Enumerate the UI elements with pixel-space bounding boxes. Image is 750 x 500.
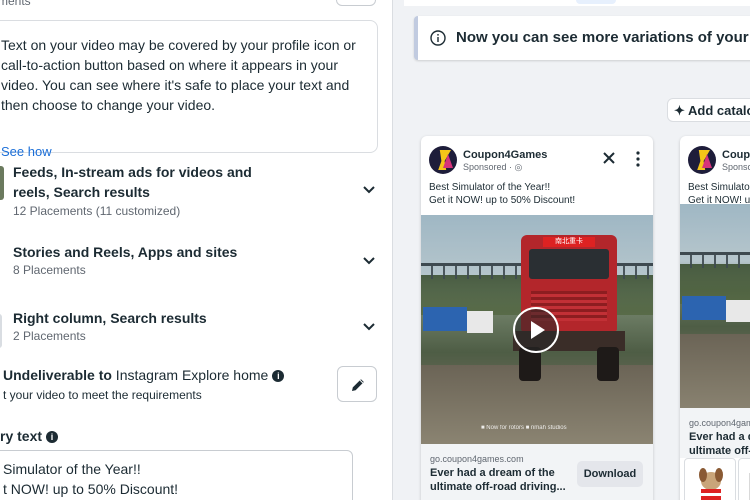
placement-editor-panel: ments Text on your video may be covered … — [0, 0, 392, 500]
ad-video[interactable] — [680, 204, 750, 408]
ad-footer: go.coupon4gams Ever had a dr ultimate of… — [680, 408, 750, 471]
placement-group-count: 12 Placements (11 customized) — [13, 204, 181, 218]
primary-text-label: ry text i — [0, 428, 59, 444]
info-icon[interactable]: i — [46, 431, 59, 443]
info-icon[interactable]: i — [272, 370, 285, 382]
page-avatar — [688, 146, 716, 174]
pencil-icon — [352, 379, 364, 391]
placement-group-title: Stories and Reels, Apps and sites — [13, 244, 238, 260]
undeliverable-placement: Instagram Explore home — [111, 367, 269, 383]
truck-sign: 南北重卡 — [543, 237, 595, 247]
info-circle-icon — [430, 30, 446, 46]
more-options-icon[interactable] — [635, 151, 641, 167]
video-blue-truck — [423, 307, 493, 337]
placement-group-count: 2 Placements — [13, 329, 86, 343]
preview-tab-active[interactable] — [576, 0, 616, 4]
truncated-label: ments — [0, 0, 31, 8]
add-catalog-label: Add catalo — [688, 103, 750, 118]
chevron-down-icon[interactable] — [362, 253, 376, 267]
variations-notice: Now you can see more variations of your … — [414, 16, 750, 60]
primary-text-label-text: ry text — [0, 428, 43, 444]
panel-divider[interactable] — [392, 0, 404, 500]
placement-group-title: Right column, Search results — [13, 310, 207, 326]
sponsored-label: Sponsored · ◎ — [463, 162, 523, 172]
undeliverable-warning: Undeliverable to Instagram Explore home i — [3, 367, 285, 383]
ad-footer: go.coupon4games.com Ever had a dream of … — [421, 444, 653, 500]
sponsored-label: Sponsore — [722, 162, 750, 172]
ad-headline: Ever had a dream of the ultimate off-roa… — [430, 467, 566, 493]
catalog-product-thumbnail[interactable] — [684, 458, 736, 500]
page-name[interactable]: Coupon — [722, 149, 750, 161]
video-watermark-logos: ■ Now for rotors ■ nmah studios — [481, 425, 567, 431]
safe-zone-tip-text: Text on your video may be covered by you… — [1, 37, 356, 113]
variations-notice-text: Now you can see more variations of your … — [456, 29, 750, 46]
chevron-down-icon[interactable] — [362, 319, 376, 333]
add-catalog-button[interactable]: ✦ Add catalo — [667, 98, 750, 122]
ad-preview-card[interactable]: Coupon4Games Sponsored · ◎ Best Simulato… — [421, 136, 653, 500]
safe-zone-tip-card: Text on your video may be covered by you… — [0, 20, 378, 159]
see-how-link[interactable]: See how — [1, 144, 52, 159]
top-action-button[interactable] — [336, 0, 376, 6]
ad-domain: go.coupon4games.com — [430, 454, 524, 464]
primary-text-value[interactable]: Simulator of the Year!! t NOW! up to 50%… — [3, 459, 178, 499]
download-cta-button[interactable]: Download — [577, 461, 643, 487]
page-avatar — [429, 146, 457, 174]
ad-primary-text: Best Simulator of the Year!! Get it NOW!… — [429, 182, 576, 206]
close-icon[interactable] — [602, 151, 616, 165]
primary-text-field[interactable]: Simulator of the Year!! t NOW! up to 50%… — [0, 450, 353, 500]
ad-preview-card[interactable]: Coupon Sponsore Best Simulator Get it NO… — [680, 136, 750, 500]
play-button[interactable] — [513, 307, 559, 353]
edit-media-button[interactable] — [337, 366, 377, 402]
catalog-product-thumbnail[interactable] — [738, 458, 750, 500]
page-name[interactable]: Coupon4Games — [463, 149, 547, 161]
undeliverable-label: Undeliverable to — [3, 367, 112, 383]
ad-preview-panel: Now you can see more variations of your … — [404, 0, 750, 500]
placement-thumbnail — [0, 166, 4, 200]
chevron-down-icon[interactable] — [362, 182, 376, 196]
ad-domain: go.coupon4gams — [689, 418, 750, 428]
undeliverable-hint: t your video to meet the requirements — [3, 388, 202, 402]
play-icon — [531, 321, 545, 339]
placement-group-title: Feeds, In-stream ads for videos and reel… — [13, 164, 252, 200]
placement-thumbnail — [0, 314, 2, 348]
sparkle-icon: ✦ — [674, 103, 689, 118]
ad-video[interactable]: 南北重卡 ■ Now for rotors ■ nmah studios — [421, 215, 653, 444]
placement-group-count: 8 Placements — [13, 263, 86, 277]
